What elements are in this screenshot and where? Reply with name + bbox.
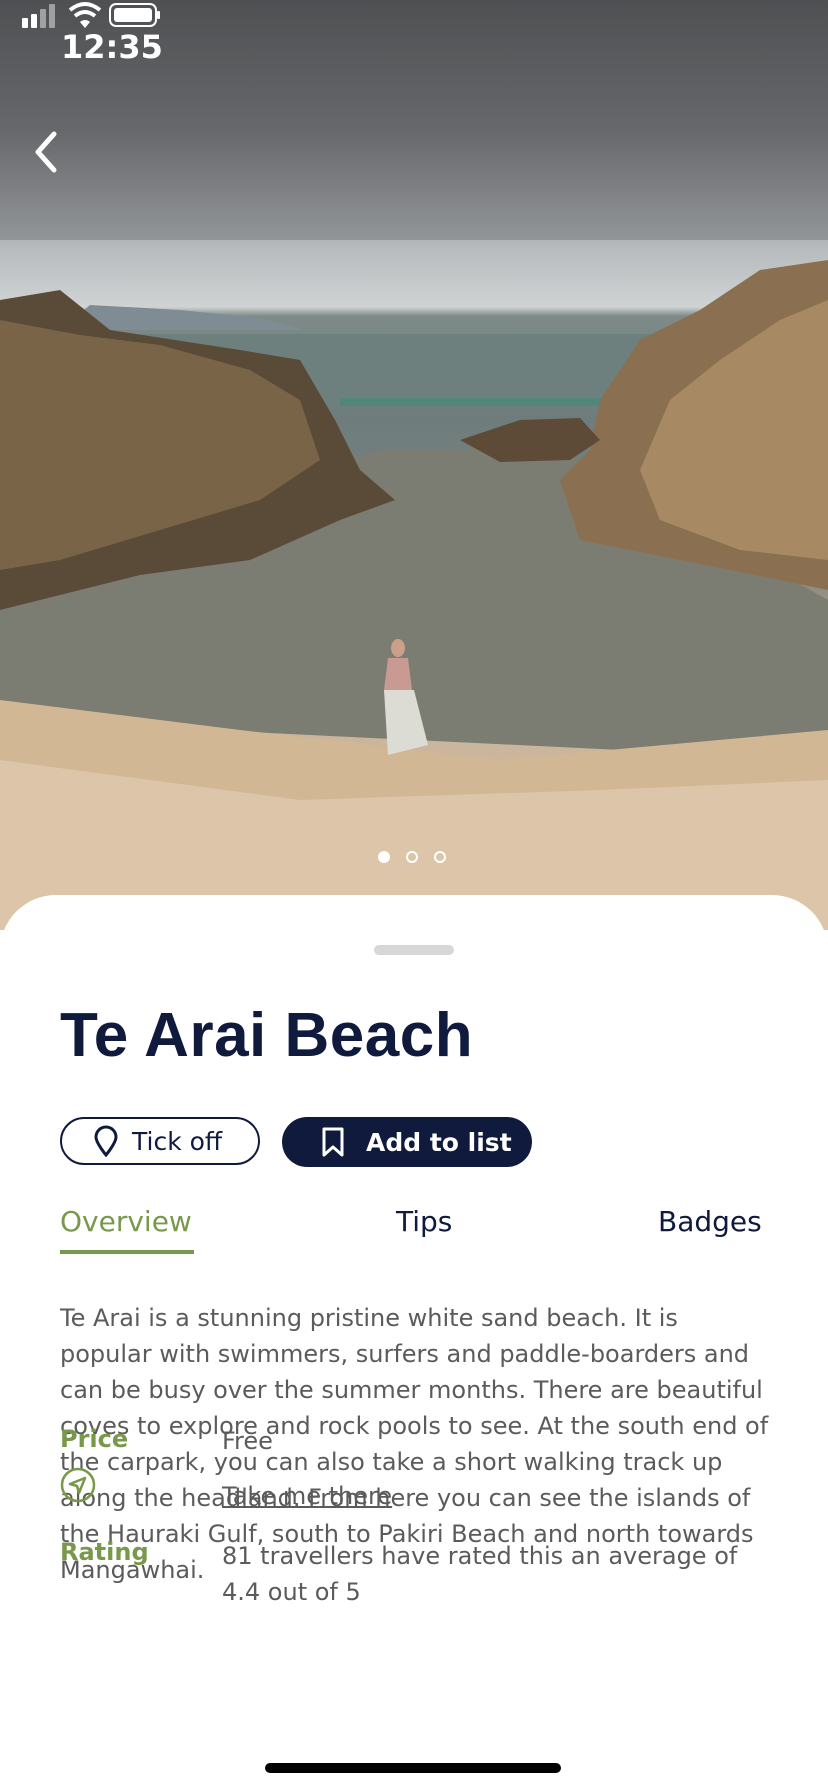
take-me-there-link[interactable]: Take me there xyxy=(222,1482,392,1510)
tab-badges[interactable]: Badges xyxy=(658,1205,762,1238)
pager-dot-2[interactable] xyxy=(406,851,418,863)
wifi-icon xyxy=(68,2,102,28)
tab-tips[interactable]: Tips xyxy=(396,1205,452,1238)
status-time: 12:35 xyxy=(61,28,163,66)
beach-photo-illustration xyxy=(0,0,828,930)
active-tab-indicator xyxy=(60,1250,194,1254)
price-value: Free xyxy=(222,1427,273,1455)
price-label: Price xyxy=(60,1425,129,1453)
cellular-signal-icon xyxy=(22,4,55,28)
rating-value: 81 travellers have rated this an average… xyxy=(222,1542,738,1606)
home-indicator[interactable] xyxy=(265,1763,561,1773)
tick-off-label: Tick off xyxy=(132,1126,223,1156)
map-pin-icon xyxy=(94,1125,118,1157)
add-to-list-button[interactable]: Add to list xyxy=(282,1117,532,1167)
tab-bar: Overview Tips Badges xyxy=(0,1205,828,1255)
back-button[interactable] xyxy=(24,124,80,180)
status-icons xyxy=(22,2,160,28)
page-title: Te Arai Beach xyxy=(60,1001,474,1070)
navigation-arrow-icon xyxy=(60,1467,96,1503)
add-to-list-label: Add to list xyxy=(366,1127,512,1157)
rating-label: Rating xyxy=(60,1538,149,1566)
tab-overview[interactable]: Overview xyxy=(60,1205,192,1238)
chevron-left-icon xyxy=(35,131,57,173)
image-pager-dots xyxy=(378,851,448,867)
pager-dot-1[interactable] xyxy=(378,851,390,863)
pager-dot-3[interactable] xyxy=(434,851,446,863)
hero-photo[interactable]: 12:35 xyxy=(0,0,828,930)
sheet-drag-handle[interactable] xyxy=(374,945,454,955)
bookmark-icon xyxy=(322,1127,344,1157)
tick-off-button[interactable]: Tick off xyxy=(60,1117,260,1165)
status-bar: 12:35 xyxy=(0,0,828,100)
battery-icon xyxy=(109,3,160,27)
detail-sheet: Te Arai Beach Tick off Add to list Overv… xyxy=(0,895,828,1792)
